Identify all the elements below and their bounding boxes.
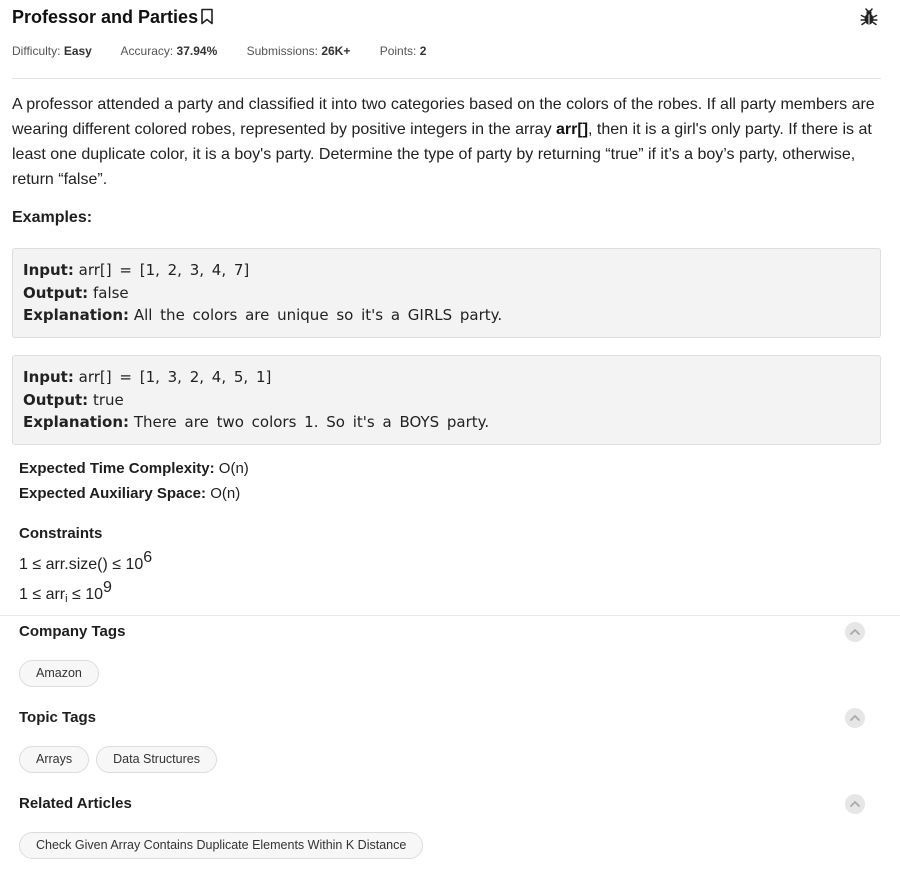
header-divider [12,78,881,79]
related-articles: Check Given Array Contains Duplicate Ele… [19,832,424,859]
chevron-up-icon[interactable] [845,708,865,728]
example-input: arr[] = [1, 2, 3, 4, 7] [78,261,250,279]
topic-tags: Arrays Data Structures [19,746,217,773]
constraint-value: 1 ≤ arri ≤ 109 [19,579,112,605]
example-output: true [92,390,124,409]
problem-description: A professor attended a party and classif… [12,96,875,188]
complexity-info: Expected Time Complexity: O(n) Expected … [19,456,249,506]
time-complexity: O(n) [218,460,249,477]
related-articles-heading: Related Articles [19,795,132,812]
chevron-up-icon[interactable] [845,622,865,642]
space-complexity: O(n) [210,485,241,502]
related-article-link[interactable]: Check Given Array Contains Duplicate Ele… [19,832,424,859]
space-complexity-label: Expected Auxiliary Space: [19,485,207,502]
chevron-up-icon[interactable] [845,794,865,814]
example-explanation: All the colors are unique so it's a GIRL… [133,306,503,324]
points: Points: 2 [379,44,427,58]
tag-data-structures[interactable]: Data Structures [96,746,217,773]
difficulty: Difficulty: Easy [12,44,92,58]
company-tags: Amazon [19,660,99,687]
time-complexity-label: Expected Time Complexity: [19,460,215,477]
company-tags-heading: Company Tags [19,623,126,640]
array-name: arr[] [556,121,589,138]
topic-tags-heading: Topic Tags [19,709,96,726]
problem-meta: Difficulty: Easy Accuracy: 37.94% Submis… [12,44,452,58]
problem-title: Professor and Parties [12,7,214,30]
constraint-size: 1 ≤ arr.size() ≤ 106 [19,549,153,574]
problem-header: Professor and Parties [12,6,882,32]
example-output: false [92,283,129,302]
example-box: Input: arr[] = [1, 2, 3, 4, 7] Output: f… [12,248,881,338]
submissions: Submissions: 26K+ [246,44,351,58]
bug-icon[interactable] [860,8,878,31]
example-box: Input: arr[] = [1, 3, 2, 4, 5, 1] Output… [12,355,881,445]
constraints-heading: Constraints [19,525,103,542]
examples-heading: Examples: [12,209,93,226]
tag-amazon[interactable]: Amazon [19,660,99,687]
tag-arrays[interactable]: Arrays [19,746,90,773]
accuracy: Accuracy: 37.94% [120,44,218,58]
problem-title-text: Professor and Parties [12,7,199,27]
section-divider [0,615,900,616]
bookmark-icon[interactable] [200,8,214,30]
example-input: arr[] = [1, 3, 2, 4, 5, 1] [78,368,272,386]
example-explanation: There are two colors 1. So it's a BOYS p… [133,413,490,431]
